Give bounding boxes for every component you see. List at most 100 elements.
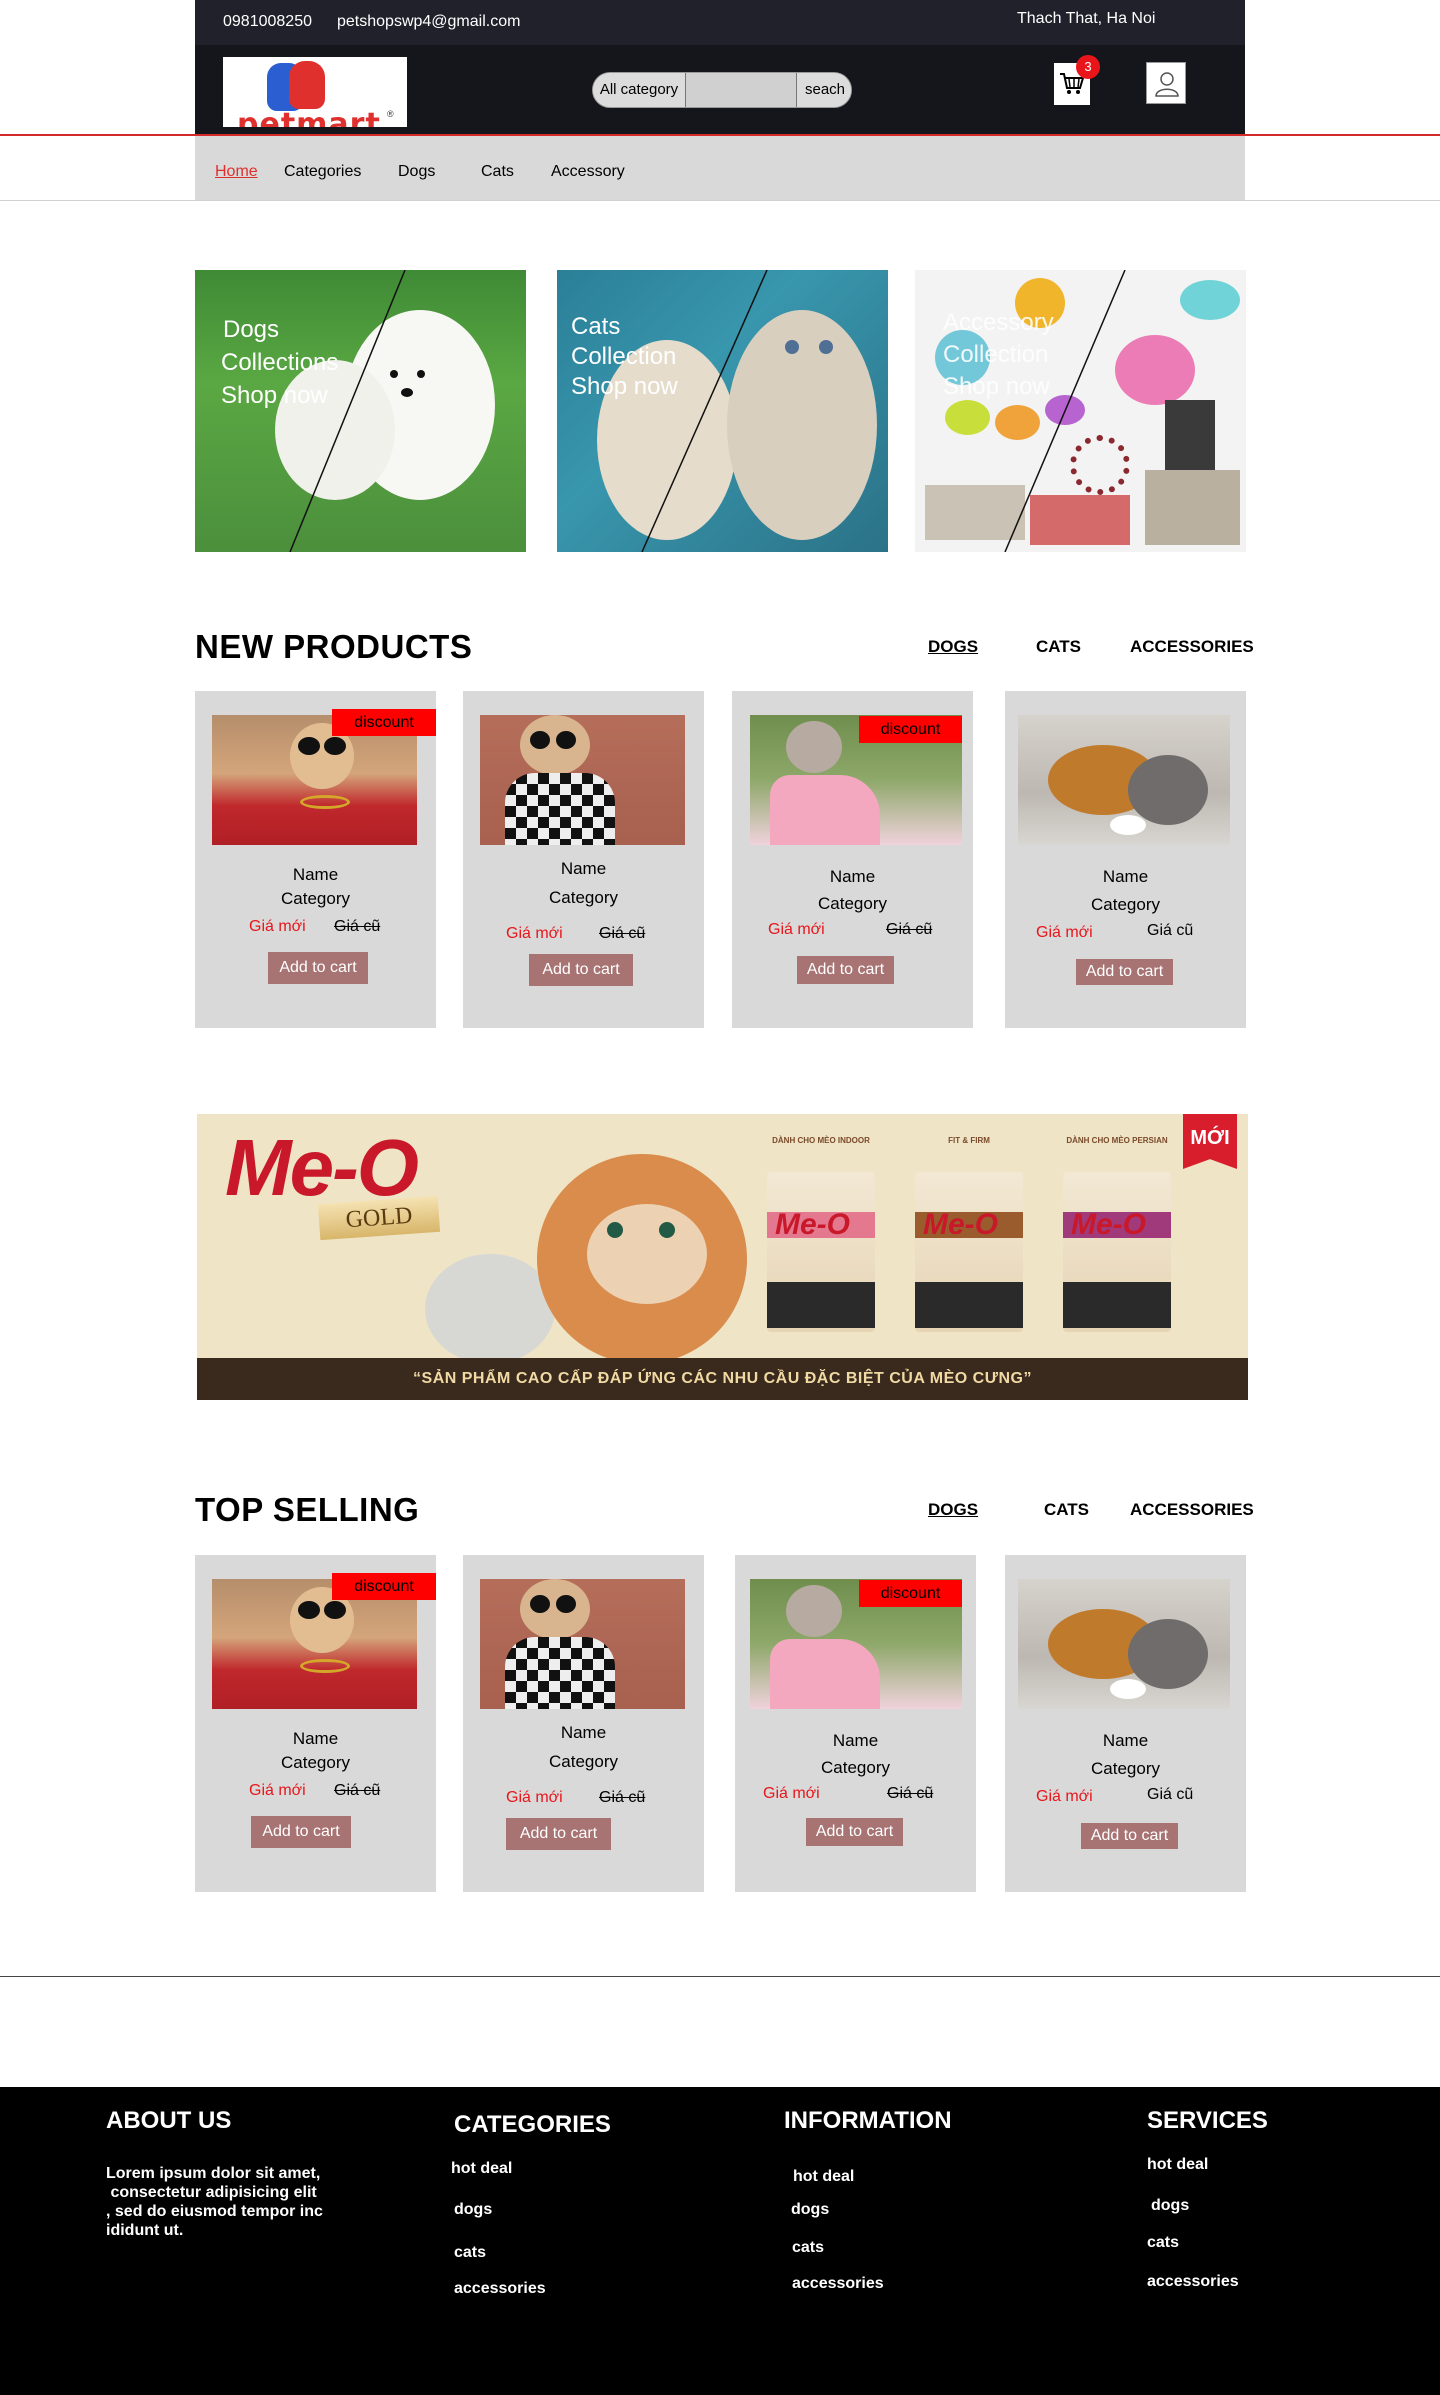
product-card[interactable]: discount Name Category Giá mới Giá cũ Ad… (195, 1555, 436, 1892)
product-card[interactable]: Name Category Giá mới Giá cũ Add to cart (463, 1555, 704, 1892)
product-image (1018, 1579, 1230, 1709)
tab-cats[interactable]: CATS (1036, 637, 1081, 657)
collection-title: Dogs (223, 316, 280, 343)
old-price: Giá cũ (1147, 922, 1194, 939)
site-logo[interactable]: petmart ® (223, 57, 407, 127)
cart-count-badge: 3 (1076, 55, 1100, 79)
product-card[interactable]: discount Name Category Giá mới Giá cũ Ad… (735, 1555, 976, 1892)
discount-badge: discount (859, 716, 962, 743)
nav-home[interactable]: Home (215, 163, 258, 181)
add-to-cart-button[interactable]: Add to cart (268, 952, 368, 984)
nav-categories[interactable]: Categories (284, 163, 361, 181)
shop-now-link[interactable]: Shop now (943, 371, 1054, 403)
collection-subtitle: Collections (221, 349, 339, 376)
add-to-cart-button[interactable]: Add to cart (806, 1818, 903, 1846)
collection-text: Dogs Collections Shop now (221, 313, 339, 412)
nav-dogs[interactable]: Dogs (398, 163, 435, 181)
old-price: Giá cũ (887, 1785, 934, 1802)
cats-collection-card[interactable]: Cats Collection Shop now (557, 270, 888, 552)
footer-information-title: INFORMATION (784, 2107, 952, 2134)
footer-link-hot-deal[interactable]: hot deal (793, 2168, 854, 2186)
collection-title: Cats (571, 313, 621, 340)
footer-divider (0, 1976, 1440, 1977)
discount-badge: discount (332, 1573, 436, 1600)
tab-accessories[interactable]: ACCESSORIES (1130, 1500, 1254, 1520)
search-button[interactable]: seach (796, 73, 851, 107)
product-category: Category (1091, 1759, 1160, 1778)
footer-link-hot-deal[interactable]: hot deal (1147, 2156, 1208, 2174)
collection-text: Cats Collection Shop now (571, 312, 678, 402)
new-products-title: NEW PRODUCTS (195, 628, 473, 665)
add-to-cart-button[interactable]: Add to cart (506, 1818, 611, 1850)
old-price: Giá cũ (599, 1789, 646, 1806)
footer-link-cats[interactable]: cats (1147, 2234, 1179, 2252)
footer-link-accessories[interactable]: accessories (792, 2275, 884, 2293)
main-header: petmart ® All category seach 3 (195, 45, 1245, 134)
old-price: Giá cũ (334, 918, 381, 935)
product-image (480, 1579, 685, 1709)
add-to-cart-button[interactable]: Add to cart (1076, 959, 1173, 985)
search-input[interactable] (686, 73, 796, 107)
old-price: Giá cũ (599, 925, 646, 942)
product-card[interactable]: Name Category Giá mới Giá cũ Add to cart (1005, 691, 1246, 1028)
shop-now-link[interactable]: Shop now (221, 379, 338, 412)
product-category: Category (281, 1753, 350, 1772)
contact-phone: 0981008250 (223, 13, 312, 30)
footer-link-dogs[interactable]: dogs (1151, 2197, 1189, 2215)
accessory-collection-card[interactable]: Accessory Collection Shop now (915, 270, 1246, 552)
product-category: Category (818, 894, 887, 913)
nav-divider (0, 200, 1440, 201)
footer-link-cats[interactable]: cats (454, 2244, 486, 2262)
nav-accessory[interactable]: Accessory (551, 163, 625, 181)
logo-cat-icon (289, 61, 325, 109)
add-to-cart-button[interactable]: Add to cart (529, 954, 633, 986)
product-name: Name (292, 1729, 339, 1748)
shop-now-link[interactable]: Shop now (571, 372, 678, 402)
collection-subtitle: Collection (571, 343, 677, 370)
site-footer: ABOUT US Lorem ipsum dolor sit amet, con… (0, 2087, 1440, 2395)
new-price: Giá mới (249, 918, 306, 935)
product-bag: Me-O (767, 1172, 875, 1332)
product-name: Name (1102, 1731, 1149, 1750)
product-card[interactable]: Name Category Giá mới Giá cũ Add to cart (463, 691, 704, 1028)
footer-about-title: ABOUT US (106, 2107, 232, 2134)
tab-dogs[interactable]: DOGS (928, 637, 978, 657)
footer-link-accessories[interactable]: accessories (1147, 2273, 1239, 2291)
footer-link-accessories[interactable]: accessories (454, 2280, 546, 2298)
cart-button[interactable]: 3 (1054, 55, 1100, 105)
product-name: Name (560, 1723, 607, 1742)
footer-link-cats[interactable]: cats (792, 2239, 824, 2257)
add-to-cart-button[interactable]: Add to cart (1081, 1823, 1178, 1849)
footer-link-hot-deal[interactable]: hot deal (451, 2160, 512, 2178)
tab-dogs[interactable]: DOGS (928, 1500, 978, 1520)
footer-link-dogs[interactable]: dogs (791, 2201, 829, 2219)
search-bar: All category seach (592, 72, 852, 108)
promo-banner[interactable]: Me-O GOLD DÀNH CHO MÈO INDOOR Me-O FIT &… (197, 1114, 1248, 1400)
add-to-cart-button[interactable]: Add to cart (797, 956, 894, 984)
footer-link-dogs[interactable]: dogs (454, 2201, 492, 2219)
top-selling-title: TOP SELLING (195, 1491, 420, 1528)
product-card[interactable]: Name Category Giá mới Giá cũ Add to cart (1005, 1555, 1246, 1892)
search-category-select[interactable]: All category (593, 73, 686, 107)
new-price: Giá mới (506, 1789, 563, 1806)
account-button[interactable] (1146, 62, 1186, 104)
discount-badge: discount (859, 1580, 962, 1607)
main-nav: Home Categories Dogs Cats Accessory (195, 136, 1245, 200)
product-name: Name (829, 867, 876, 886)
contact-email[interactable]: petshopswp4@gmail.com (337, 13, 520, 31)
footer-about-text: Lorem ipsum dolor sit amet, consectetur … (106, 2165, 323, 2239)
product-card[interactable]: discount Name Category Giá mới Giá cũ Ad… (195, 691, 436, 1028)
collection-subtitle: Collection (943, 341, 1049, 368)
tab-cats[interactable]: CATS (1044, 1500, 1089, 1520)
dogs-collection-card[interactable]: Dogs Collections Shop now (195, 270, 526, 552)
footer-services-title: SERVICES (1147, 2107, 1268, 2134)
nav-cats[interactable]: Cats (481, 163, 514, 181)
product-card[interactable]: discount Name Category Giá mới Giá cũ Ad… (732, 691, 973, 1028)
tab-accessories[interactable]: ACCESSORIES (1130, 637, 1254, 657)
new-price: Giá mới (763, 1785, 820, 1802)
bag-caption: FIT & FIRM (948, 1136, 990, 1145)
add-to-cart-button[interactable]: Add to cart (251, 1816, 351, 1848)
product-category: Category (281, 889, 350, 908)
old-price: Giá cũ (886, 921, 933, 938)
banner-sub: GOLD (317, 1195, 441, 1241)
